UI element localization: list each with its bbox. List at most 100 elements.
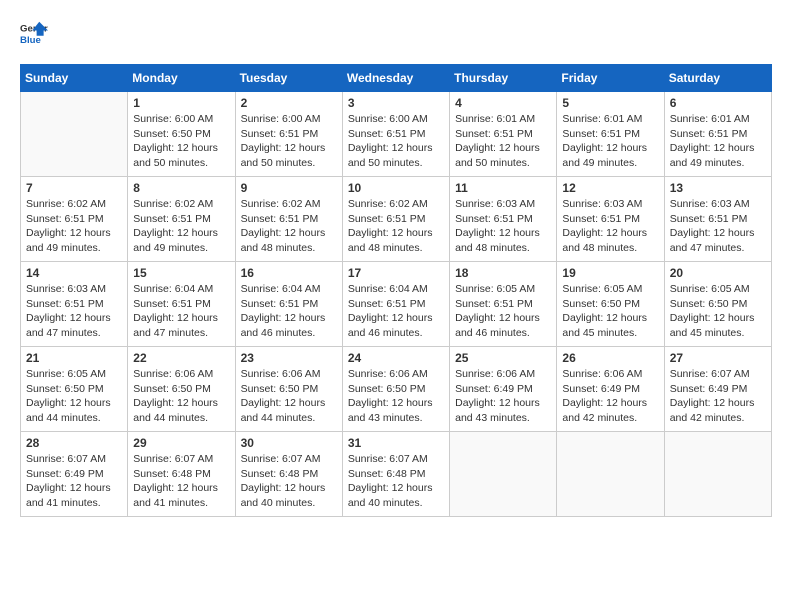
day-number: 13 bbox=[670, 181, 766, 195]
calendar-cell: 23 Sunrise: 6:06 AM Sunset: 6:50 PM Dayli… bbox=[235, 347, 342, 432]
day-number: 25 bbox=[455, 351, 551, 365]
logo-icon: GeneralBlue bbox=[20, 20, 48, 48]
calendar-cell: 17 Sunrise: 6:04 AM Sunset: 6:51 PM Dayli… bbox=[342, 262, 449, 347]
day-info: Sunrise: 6:01 AM Sunset: 6:51 PM Dayligh… bbox=[562, 112, 658, 171]
day-number: 7 bbox=[26, 181, 122, 195]
calendar-cell: 22 Sunrise: 6:06 AM Sunset: 6:50 PM Dayli… bbox=[128, 347, 235, 432]
day-number: 20 bbox=[670, 266, 766, 280]
calendar-cell: 4 Sunrise: 6:01 AM Sunset: 6:51 PM Daylig… bbox=[450, 92, 557, 177]
calendar-cell: 9Sunrise: 6:02 AM Sunset: 6:51 PM Daylig… bbox=[235, 177, 342, 262]
day-info: Sunrise: 6:05 AM Sunset: 6:50 PM Dayligh… bbox=[26, 367, 122, 426]
day-info: Sunrise: 6:04 AM Sunset: 6:51 PM Dayligh… bbox=[241, 282, 337, 341]
day-info: Sunrise: 6:07 AM Sunset: 6:49 PM Dayligh… bbox=[670, 367, 766, 426]
svg-text:Blue: Blue bbox=[20, 35, 41, 46]
weekday-header-monday: Monday bbox=[128, 65, 235, 92]
calendar-cell: 14Sunrise: 6:03 AM Sunset: 6:51 PM Dayli… bbox=[21, 262, 128, 347]
day-info: Sunrise: 6:00 AM Sunset: 6:50 PM Dayligh… bbox=[133, 112, 229, 171]
calendar-cell: 26 Sunrise: 6:06 AM Sunset: 6:49 PM Dayli… bbox=[557, 347, 664, 432]
logo: GeneralBlue bbox=[20, 20, 48, 48]
day-info: Sunrise: 6:05 AM Sunset: 6:50 PM Dayligh… bbox=[670, 282, 766, 341]
day-info: Sunrise: 6:05 AM Sunset: 6:51 PM Dayligh… bbox=[455, 282, 551, 341]
calendar-cell: 3Sunrise: 6:00 AM Sunset: 6:51 PM Daylig… bbox=[342, 92, 449, 177]
day-number: 26 bbox=[562, 351, 658, 365]
day-number: 23 bbox=[241, 351, 337, 365]
day-info: Sunrise: 6:07 AM Sunset: 6:48 PM Dayligh… bbox=[241, 452, 337, 511]
calendar-week-2: 7 Sunrise: 6:02 AM Sunset: 6:51 PM Daylig… bbox=[21, 177, 772, 262]
day-number: 5 bbox=[562, 96, 658, 110]
calendar-cell: 15 Sunrise: 6:04 AM Sunset: 6:51 PM Dayli… bbox=[128, 262, 235, 347]
day-number: 24 bbox=[348, 351, 444, 365]
day-info: Sunrise: 6:02 AM Sunset: 6:51 PM Dayligh… bbox=[26, 197, 122, 256]
calendar-cell: 31 Sunrise: 6:07 AM Sunset: 6:48 PM Dayli… bbox=[342, 432, 449, 517]
day-number: 10 bbox=[348, 181, 444, 195]
weekday-header-tuesday: Tuesday bbox=[235, 65, 342, 92]
calendar-cell: 6 Sunrise: 6:01 AM Sunset: 6:51 PM Daylig… bbox=[664, 92, 771, 177]
day-number: 29 bbox=[133, 436, 229, 450]
day-info: Sunrise: 6:07 AM Sunset: 6:48 PM Dayligh… bbox=[133, 452, 229, 511]
day-number: 17 bbox=[348, 266, 444, 280]
calendar-cell: 11 Sunrise: 6:03 AM Sunset: 6:51 PM Dayli… bbox=[450, 177, 557, 262]
day-number: 3 bbox=[348, 96, 444, 110]
day-info: Sunrise: 6:06 AM Sunset: 6:49 PM Dayligh… bbox=[562, 367, 658, 426]
day-info: Sunrise: 6:07 AM Sunset: 6:49 PM Dayligh… bbox=[26, 452, 122, 511]
day-number: 12 bbox=[562, 181, 658, 195]
calendar-cell bbox=[664, 432, 771, 517]
day-info: Sunrise: 6:03 AM Sunset: 6:51 PM Dayligh… bbox=[562, 197, 658, 256]
weekday-header-sunday: Sunday bbox=[21, 65, 128, 92]
calendar-cell: 8 Sunrise: 6:02 AM Sunset: 6:51 PM Daylig… bbox=[128, 177, 235, 262]
day-number: 9 bbox=[241, 181, 337, 195]
day-number: 4 bbox=[455, 96, 551, 110]
day-info: Sunrise: 6:01 AM Sunset: 6:51 PM Dayligh… bbox=[670, 112, 766, 171]
calendar-week-5: 28 Sunrise: 6:07 AM Sunset: 6:49 PM Dayli… bbox=[21, 432, 772, 517]
day-number: 28 bbox=[26, 436, 122, 450]
calendar-cell: 20 Sunrise: 6:05 AM Sunset: 6:50 PM Dayli… bbox=[664, 262, 771, 347]
day-number: 31 bbox=[348, 436, 444, 450]
day-number: 19 bbox=[562, 266, 658, 280]
day-number: 22 bbox=[133, 351, 229, 365]
day-info: Sunrise: 6:06 AM Sunset: 6:50 PM Dayligh… bbox=[241, 367, 337, 426]
calendar-cell: 16 Sunrise: 6:04 AM Sunset: 6:51 PM Dayli… bbox=[235, 262, 342, 347]
day-number: 2 bbox=[241, 96, 337, 110]
day-info: Sunrise: 6:06 AM Sunset: 6:49 PM Dayligh… bbox=[455, 367, 551, 426]
day-info: Sunrise: 6:06 AM Sunset: 6:50 PM Dayligh… bbox=[133, 367, 229, 426]
page-header: GeneralBlue bbox=[20, 20, 772, 48]
day-number: 8 bbox=[133, 181, 229, 195]
calendar-cell bbox=[557, 432, 664, 517]
day-number: 6 bbox=[670, 96, 766, 110]
day-number: 1 bbox=[133, 96, 229, 110]
weekday-header-row: SundayMondayTuesdayWednesdayThursdayFrid… bbox=[21, 65, 772, 92]
day-info: Sunrise: 6:07 AM Sunset: 6:48 PM Dayligh… bbox=[348, 452, 444, 511]
calendar-cell: 2Sunrise: 6:00 AM Sunset: 6:51 PM Daylig… bbox=[235, 92, 342, 177]
day-number: 16 bbox=[241, 266, 337, 280]
day-info: Sunrise: 6:06 AM Sunset: 6:50 PM Dayligh… bbox=[348, 367, 444, 426]
day-number: 18 bbox=[455, 266, 551, 280]
day-info: Sunrise: 6:03 AM Sunset: 6:51 PM Dayligh… bbox=[670, 197, 766, 256]
calendar-week-3: 14Sunrise: 6:03 AM Sunset: 6:51 PM Dayli… bbox=[21, 262, 772, 347]
weekday-header-wednesday: Wednesday bbox=[342, 65, 449, 92]
calendar-cell: 18 Sunrise: 6:05 AM Sunset: 6:51 PM Dayli… bbox=[450, 262, 557, 347]
calendar-table: SundayMondayTuesdayWednesdayThursdayFrid… bbox=[20, 64, 772, 517]
calendar-cell: 24 Sunrise: 6:06 AM Sunset: 6:50 PM Dayli… bbox=[342, 347, 449, 432]
calendar-cell bbox=[21, 92, 128, 177]
calendar-cell: 29 Sunrise: 6:07 AM Sunset: 6:48 PM Dayli… bbox=[128, 432, 235, 517]
calendar-cell: 28 Sunrise: 6:07 AM Sunset: 6:49 PM Dayli… bbox=[21, 432, 128, 517]
calendar-cell: 12 Sunrise: 6:03 AM Sunset: 6:51 PM Dayli… bbox=[557, 177, 664, 262]
day-info: Sunrise: 6:01 AM Sunset: 6:51 PM Dayligh… bbox=[455, 112, 551, 171]
day-info: Sunrise: 6:04 AM Sunset: 6:51 PM Dayligh… bbox=[133, 282, 229, 341]
day-info: Sunrise: 6:03 AM Sunset: 6:51 PM Dayligh… bbox=[455, 197, 551, 256]
day-info: Sunrise: 6:05 AM Sunset: 6:50 PM Dayligh… bbox=[562, 282, 658, 341]
calendar-cell: 5 Sunrise: 6:01 AM Sunset: 6:51 PM Daylig… bbox=[557, 92, 664, 177]
calendar-cell: 30 Sunrise: 6:07 AM Sunset: 6:48 PM Dayli… bbox=[235, 432, 342, 517]
day-info: Sunrise: 6:02 AM Sunset: 6:51 PM Dayligh… bbox=[348, 197, 444, 256]
day-number: 30 bbox=[241, 436, 337, 450]
calendar-cell: 7 Sunrise: 6:02 AM Sunset: 6:51 PM Daylig… bbox=[21, 177, 128, 262]
day-number: 27 bbox=[670, 351, 766, 365]
day-info: Sunrise: 6:04 AM Sunset: 6:51 PM Dayligh… bbox=[348, 282, 444, 341]
calendar-cell: 27 Sunrise: 6:07 AM Sunset: 6:49 PM Dayli… bbox=[664, 347, 771, 432]
day-number: 11 bbox=[455, 181, 551, 195]
day-info: Sunrise: 6:03 AM Sunset: 6:51 PM Dayligh… bbox=[26, 282, 122, 341]
weekday-header-saturday: Saturday bbox=[664, 65, 771, 92]
day-number: 15 bbox=[133, 266, 229, 280]
day-info: Sunrise: 6:02 AM Sunset: 6:51 PM Dayligh… bbox=[133, 197, 229, 256]
calendar-cell: 10 Sunrise: 6:02 AM Sunset: 6:51 PM Dayli… bbox=[342, 177, 449, 262]
